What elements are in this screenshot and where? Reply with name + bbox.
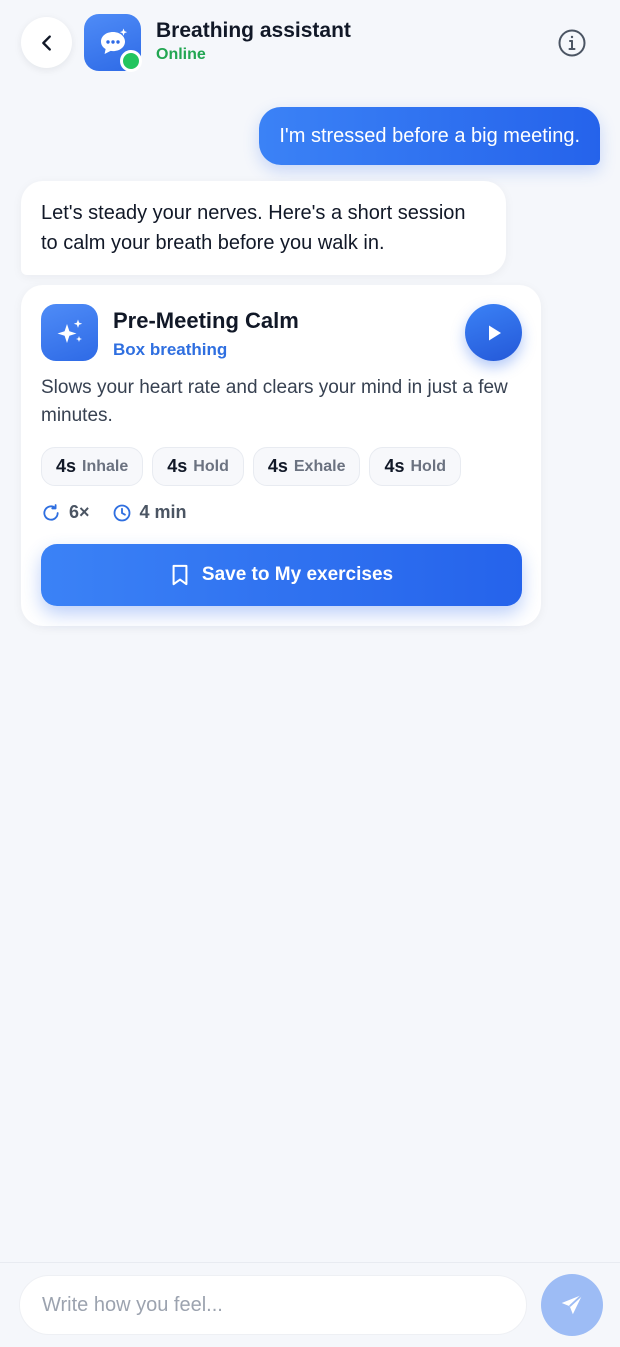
- user-message-text: I'm stressed before a big meeting.: [279, 124, 580, 147]
- chat-title: Breathing assistant: [156, 19, 351, 42]
- step-label: Hold: [193, 457, 229, 475]
- play-button[interactable]: [465, 304, 522, 361]
- exercise-card: Pre-Meeting Calm Box breathing Slows you…: [21, 285, 541, 626]
- chevron-left-icon: [41, 34, 51, 51]
- composer-divider: [0, 1262, 620, 1263]
- step-label: Exhale: [293, 457, 346, 475]
- step-chip-inhale: 4s Inhale: [41, 447, 144, 486]
- step-label: Hold: [410, 457, 447, 475]
- exercise-title: Pre-Meeting Calm: [113, 308, 299, 333]
- clock-icon: [113, 504, 130, 521]
- info-button[interactable]: [556, 27, 588, 59]
- save-button-label: Save to My exercises: [201, 564, 394, 585]
- sparkles-icon: [57, 319, 82, 343]
- user-message-bubble: I'm stressed before a big meeting.: [259, 107, 600, 165]
- chat-screen: Breathing assistant Online I'm stressed …: [0, 0, 620, 1347]
- message-input[interactable]: [42, 1293, 526, 1317]
- online-status-text: Online: [156, 46, 206, 63]
- save-to-exercises-button[interactable]: Save to My exercises: [41, 544, 522, 606]
- repeat-count: 6×: [41, 502, 90, 523]
- step-chip-hold: 4s Hold: [152, 447, 244, 486]
- repeat-icon: [43, 503, 59, 521]
- info-icon: [558, 29, 586, 57]
- online-status-dot: [120, 50, 142, 72]
- step-seconds: 4s: [267, 456, 288, 476]
- exercise-subtitle: Box breathing: [113, 340, 228, 359]
- back-button[interactable]: [21, 17, 72, 68]
- breathing-steps: 4s Inhale 4s Hold 4s Exhale 4s Hold: [41, 447, 462, 486]
- play-icon: [488, 325, 501, 340]
- step-chip-hold-2: 4s Hold: [369, 447, 462, 486]
- assistant-message-text: Let's steady your nerves. Here's a short…: [41, 202, 466, 254]
- step-label: Inhale: [82, 457, 129, 475]
- exercise-icon: [41, 304, 98, 361]
- repeat-count-text: 6×: [69, 502, 90, 522]
- exercise-description: Slows your heart rate and clears your mi…: [41, 377, 508, 426]
- step-seconds: 4s: [56, 456, 77, 476]
- duration-text: 4 min: [139, 502, 187, 522]
- send-icon: [561, 1293, 583, 1315]
- send-button[interactable]: [541, 1274, 603, 1336]
- assistant-message-bubble: Let's steady your nerves. Here's a short…: [21, 181, 506, 275]
- chat-header: Breathing assistant Online: [0, 0, 620, 86]
- step-seconds: 4s: [167, 456, 188, 476]
- step-seconds: 4s: [384, 456, 405, 476]
- duration: 4 min: [112, 502, 187, 523]
- step-chip-exhale: 4s Exhale: [252, 447, 361, 486]
- exercise-meta: 6× 4 min: [41, 502, 187, 523]
- message-input-container: [19, 1275, 527, 1335]
- bookmark-icon: [172, 564, 188, 586]
